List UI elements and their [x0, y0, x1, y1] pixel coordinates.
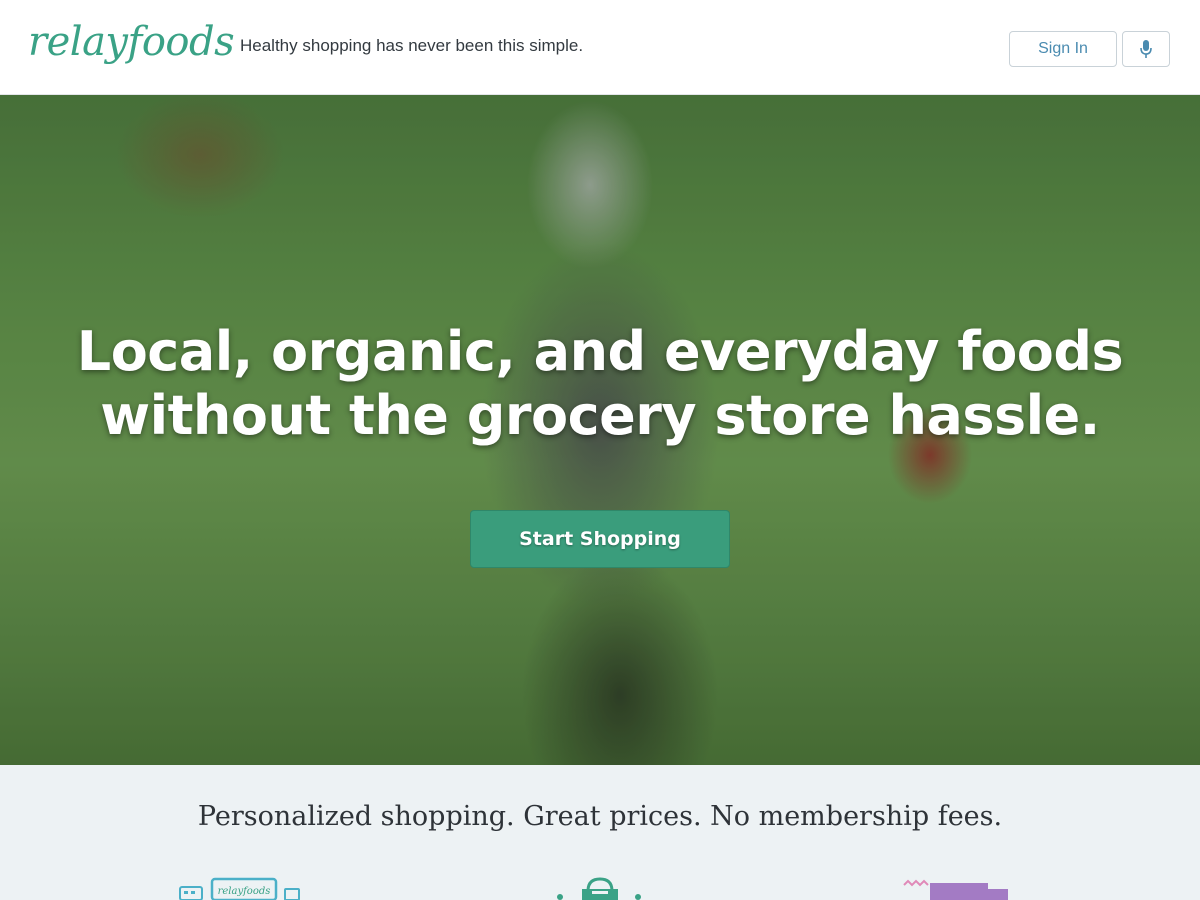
hero-headline-line2: without the grocery store hassle.	[100, 384, 1100, 447]
hero-section: Local, organic, and everyday foods witho…	[0, 95, 1200, 765]
features-section: Personalized shopping. Great prices. No …	[0, 765, 1200, 900]
sign-in-button[interactable]: Sign In	[1009, 31, 1117, 67]
device-screen-logo: relayfoods	[218, 886, 271, 897]
voice-search-button[interactable]	[1122, 31, 1170, 67]
start-shopping-button[interactable]: Start Shopping	[470, 510, 730, 568]
header-tagline: Healthy shopping has never been this sim…	[240, 36, 584, 55]
hero-headline-line1: Local, organic, and everyday foods	[76, 320, 1124, 383]
features-tagline: Personalized shopping. Great prices. No …	[197, 801, 1003, 832]
relayfoods-logo[interactable]: relayfoods	[28, 14, 235, 70]
basket-icon	[557, 877, 641, 900]
hero-headline: Local, organic, and everyday foods witho…	[0, 320, 1200, 448]
devices-icon: relayfoods	[179, 877, 300, 900]
delivery-truck-icon	[903, 879, 1008, 900]
site-header: relayfoods Healthy shopping has never be…	[0, 0, 1200, 95]
microphone-icon	[1140, 40, 1152, 58]
